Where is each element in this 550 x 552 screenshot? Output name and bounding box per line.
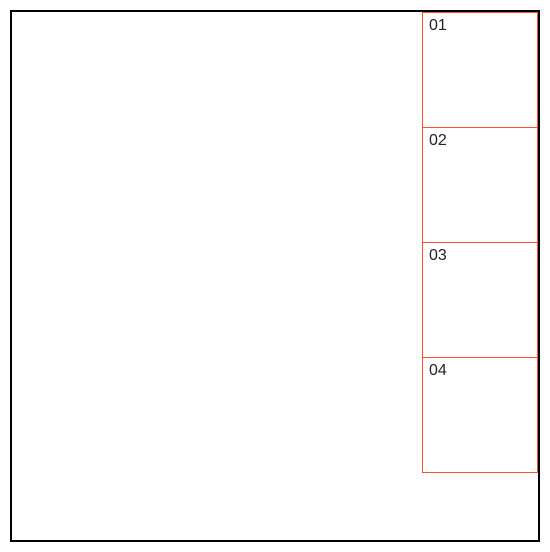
- cell-03: 03: [422, 242, 538, 358]
- cell-label: 04: [429, 362, 447, 379]
- cell-column: 01 02 03 04: [422, 12, 538, 473]
- cell-label: 03: [429, 247, 447, 264]
- cell-04: 04: [422, 357, 538, 473]
- diagram-canvas: 01 02 03 04: [0, 0, 550, 552]
- cell-label: 02: [429, 132, 447, 149]
- cell-01: 01: [422, 12, 538, 128]
- cell-02: 02: [422, 127, 538, 243]
- cell-label: 01: [429, 17, 447, 34]
